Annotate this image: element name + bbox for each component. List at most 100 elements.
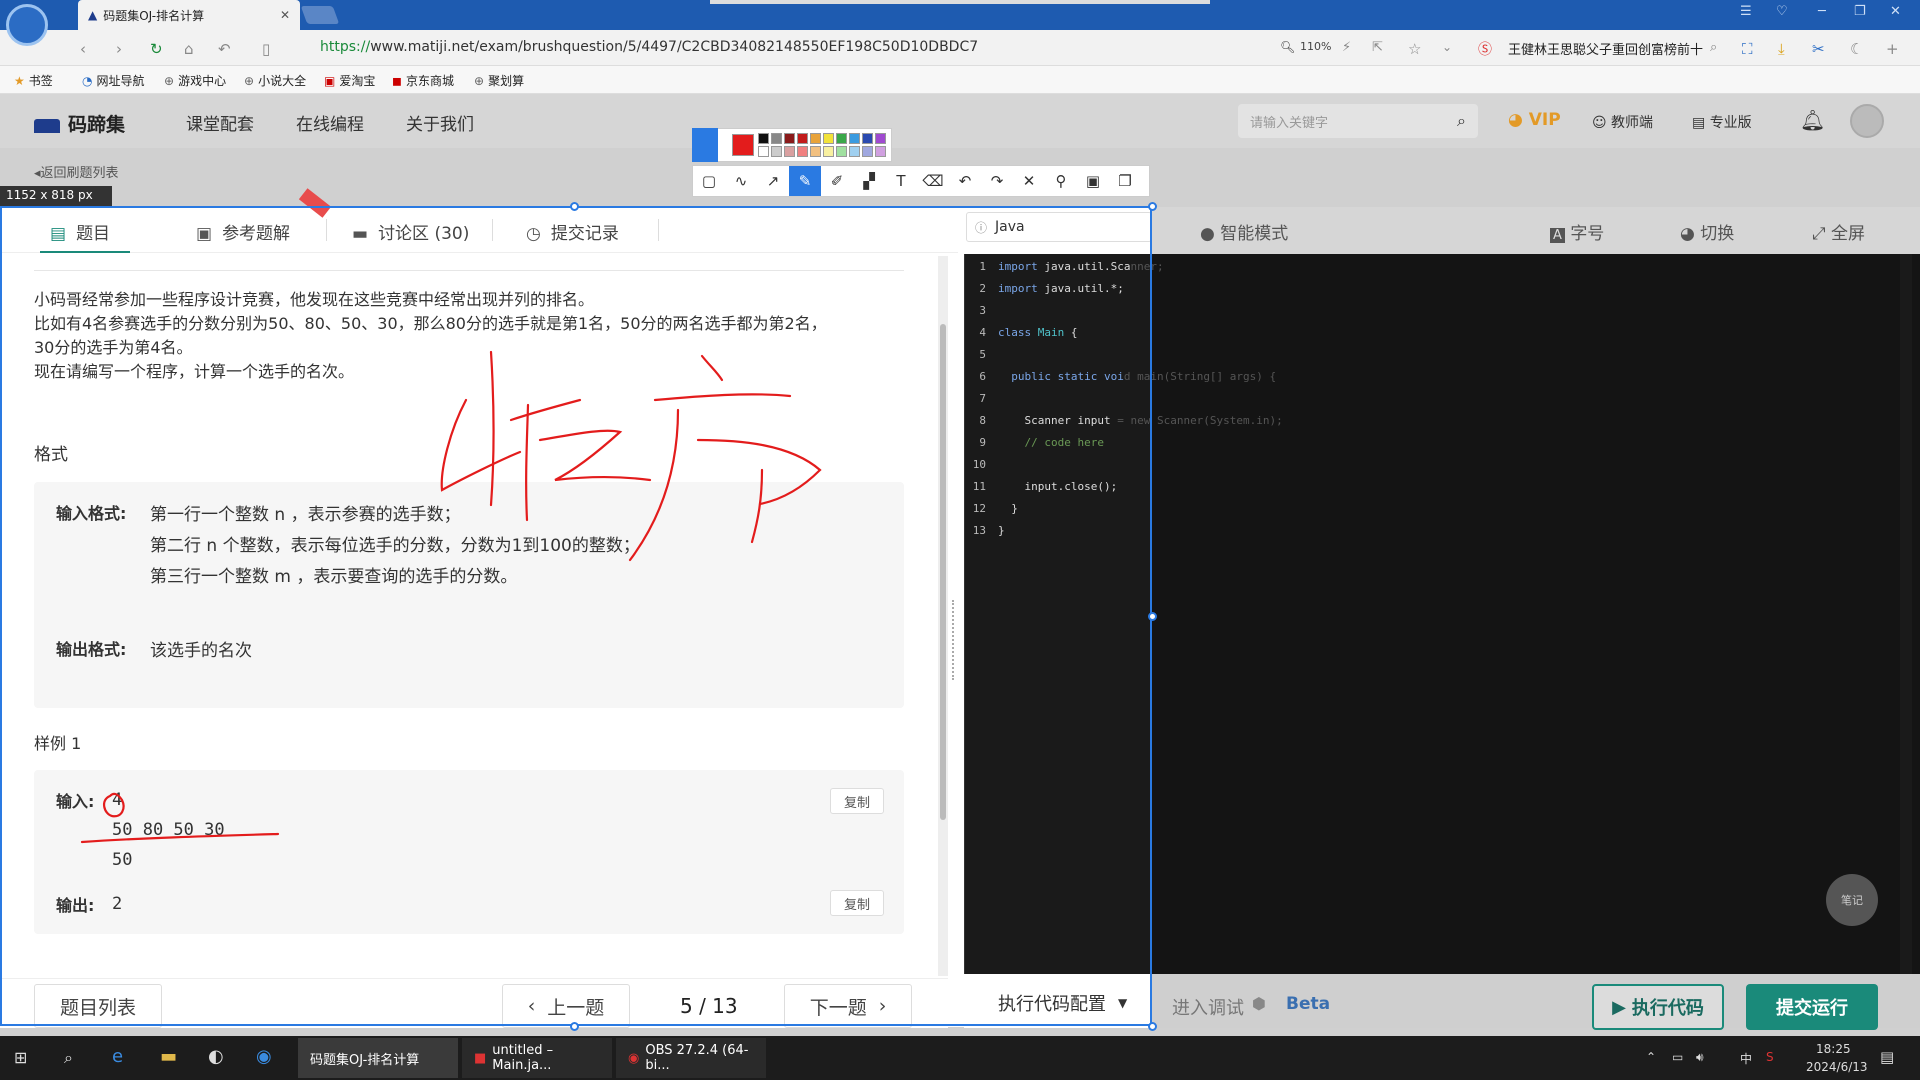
search-small-icon[interactable]: ⌕	[1710, 40, 1717, 55]
resize-handle[interactable]	[570, 202, 579, 211]
color-swatch[interactable]	[875, 146, 886, 157]
color-swatch[interactable]	[758, 146, 769, 157]
clock-date: 2024/6/13	[1806, 1060, 1868, 1074]
color-swatch[interactable]	[797, 133, 808, 144]
font-size-button[interactable]: A 字号	[1550, 219, 1604, 244]
teacher-link[interactable]: ☺ 教师端	[1592, 112, 1653, 132]
edge-icon[interactable]: e	[112, 1046, 123, 1067]
news-icon: Ⓢ	[1478, 42, 1492, 58]
skin-icon[interactable]: ♡	[1776, 4, 1788, 19]
pen-icon[interactable]: ✎	[789, 166, 821, 196]
color-swatch[interactable]	[784, 146, 795, 157]
pro-link[interactable]: ▤ 专业版	[1692, 112, 1752, 132]
add-icon[interactable]: +	[1886, 40, 1899, 58]
color-swatch[interactable]	[810, 146, 821, 157]
flash-icon[interactable]: ⚡	[1342, 40, 1351, 55]
taskbar-app-browser[interactable]: 码题集OJ-排名计算	[298, 1038, 458, 1078]
resize-handle[interactable]	[1148, 612, 1157, 621]
color-swatch[interactable]	[875, 133, 886, 144]
smart-mode[interactable]: ● 智能模式	[1200, 219, 1288, 244]
highlighter-icon[interactable]: ✐	[821, 166, 853, 196]
annotation-toolbar: ▢ ∿ ↗ ✎ ✐ ▞ T ⌫ ↶ ↷ ✕ ⚲ ▣ ❐	[692, 165, 1150, 197]
taskbar-app-obs[interactable]: ◉ OBS 27.2.4 (64-bi...	[616, 1038, 766, 1078]
notes-button[interactable]: 笔记	[1826, 874, 1878, 926]
eraser-icon[interactable]: ⌫	[917, 166, 949, 196]
editor-scrollbar[interactable]	[1900, 254, 1912, 974]
browser-logo-icon[interactable]	[6, 4, 48, 46]
menu-icon[interactable]: ☰	[1740, 4, 1752, 19]
color-swatch[interactable]	[823, 146, 834, 157]
pro-label: 专业版	[1709, 115, 1752, 131]
color-swatch[interactable]	[797, 146, 808, 157]
arrow-icon[interactable]: ↗	[757, 166, 789, 196]
resize-handle[interactable]	[1148, 1022, 1157, 1031]
search-taskbar-icon[interactable]: ⌕	[64, 1048, 73, 1068]
run-code-button[interactable]: ▶ 执行代码	[1592, 984, 1724, 1030]
text-icon[interactable]: T	[885, 166, 917, 196]
theme-switch-button[interactable]: ◕ 切换	[1680, 219, 1734, 244]
sogou-icon[interactable]: S	[1766, 1050, 1774, 1064]
save-icon[interactable]: ▣	[1077, 166, 1109, 196]
notification-icon[interactable]: ▤	[1880, 1048, 1894, 1066]
color-swatch[interactable]	[836, 146, 847, 157]
minimize-icon[interactable]: ─	[1818, 4, 1826, 19]
ide-icon: ■	[474, 1050, 487, 1066]
search-icon[interactable]: ⌕	[1457, 111, 1466, 131]
tools-icon[interactable]: ✂	[1812, 40, 1825, 58]
share-icon[interactable]: ⇱	[1372, 40, 1383, 55]
color-swatch[interactable]	[836, 133, 847, 144]
color-swatch[interactable]	[810, 133, 821, 144]
zoom-icon[interactable]: 🔍︎	[1280, 40, 1295, 54]
zoom-level: 110%	[1300, 40, 1332, 53]
resize-handle[interactable]	[1148, 202, 1157, 211]
translate-icon[interactable]: ⛶	[1742, 40, 1753, 58]
bell-icon[interactable]: 🔔︎	[1800, 108, 1825, 132]
submit-button[interactable]: 提交运行	[1746, 984, 1878, 1030]
cancel-icon[interactable]: ✕	[1013, 166, 1045, 196]
vip-link[interactable]: ◕ VIP	[1508, 110, 1561, 130]
ime-indicator[interactable]: 中	[1740, 1050, 1752, 1067]
pen-size-button[interactable]	[692, 128, 718, 162]
color-swatches	[758, 133, 888, 159]
download-icon[interactable]: ⤓	[1778, 40, 1785, 58]
color-swatch[interactable]	[771, 133, 782, 144]
mosaic-icon[interactable]: ▞	[853, 166, 885, 196]
resize-handle[interactable]	[570, 1022, 579, 1031]
folder-icon[interactable]: ▬	[160, 1046, 177, 1067]
close-window-icon[interactable]: ✕	[1890, 4, 1901, 19]
color-swatch[interactable]	[823, 133, 834, 144]
restore-icon[interactable]: ❐	[1854, 4, 1866, 19]
color-swatch[interactable]	[862, 146, 873, 157]
color-swatch[interactable]	[758, 133, 769, 144]
redo-icon[interactable]: ↷	[981, 166, 1013, 196]
color-swatch[interactable]	[849, 133, 860, 144]
current-color-swatch[interactable]	[732, 134, 754, 156]
star-icon[interactable]: ☆	[1408, 40, 1421, 58]
news-ticker[interactable]: 王健林王思聪父子重回创富榜前十	[1508, 39, 1703, 58]
debug-button[interactable]: 进入调试	[1172, 994, 1244, 1020]
shape-icon[interactable]: ▢	[693, 166, 725, 196]
browser-taskbar-icon[interactable]: ◉	[256, 1046, 272, 1067]
pin-icon[interactable]: ⚲	[1045, 166, 1077, 196]
color-swatch[interactable]	[784, 133, 795, 144]
network-icon[interactable]: ▭	[1672, 1050, 1683, 1064]
night-icon[interactable]: ☾	[1850, 40, 1863, 58]
obs-icon: ◉	[628, 1050, 640, 1066]
app-icon[interactable]: ◐	[208, 1046, 224, 1067]
avatar[interactable]	[1850, 104, 1884, 138]
fullscreen-button[interactable]: ⤢ 全屏	[1812, 219, 1865, 244]
capture-selection-frame[interactable]	[0, 206, 1152, 1026]
site-search-input[interactable]: 请输入关键字 ⌕	[1238, 104, 1478, 138]
copy-icon[interactable]: ❐	[1109, 166, 1141, 196]
color-swatch[interactable]	[849, 146, 860, 157]
freehand-icon[interactable]: ∿	[725, 166, 757, 196]
undo-icon[interactable]: ↶	[949, 166, 981, 196]
taskbar-app-ide[interactable]: ■ untitled – Main.ja...	[462, 1038, 612, 1078]
volume-icon[interactable]: 🔊︎	[1696, 1050, 1704, 1065]
color-swatch[interactable]	[862, 133, 873, 144]
windows-start-icon[interactable]: ⊞	[14, 1048, 27, 1067]
tray-arrow-icon[interactable]: ⌃	[1646, 1050, 1656, 1064]
dropdown-icon[interactable]: ⌄	[1442, 40, 1452, 54]
palette-icon: ◕	[1680, 224, 1701, 244]
color-swatch[interactable]	[771, 146, 782, 157]
